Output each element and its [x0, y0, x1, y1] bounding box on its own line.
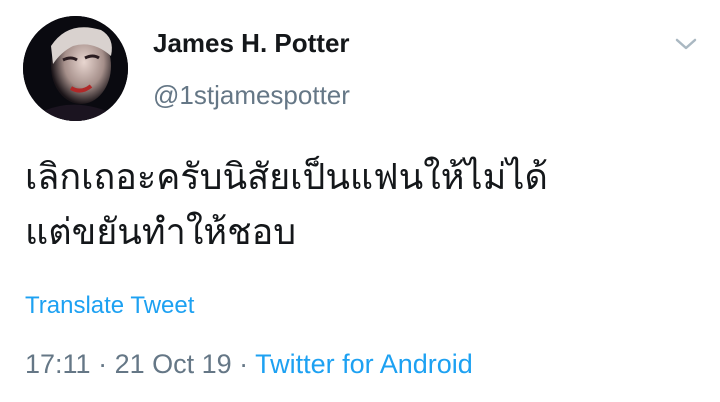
user-handle[interactable]: @1stjamespotter — [153, 80, 350, 111]
translate-tweet-link[interactable]: Translate Tweet — [25, 292, 194, 320]
tweet-source-link[interactable]: Twitter for Android — [255, 349, 473, 379]
tweet-text-line: แต่ขยันทำให้ชอบ — [25, 212, 297, 253]
tweet-meta: 17:11 · 21 Oct 19 · Twitter for Android — [25, 349, 473, 380]
tweet-date[interactable]: 21 Oct 19 — [115, 349, 232, 379]
display-name[interactable]: James H. Potter — [153, 28, 350, 59]
tweet-card: James H. Potter @1stjamespotter เลิกเถอะ… — [0, 0, 720, 402]
avatar[interactable] — [23, 16, 128, 121]
tweet-text: เลิกเถอะครับนิสัยเป็นแฟนให้ไม่ได้ แต่ขยั… — [25, 150, 705, 260]
meta-separator: · — [90, 349, 115, 379]
tweet-time[interactable]: 17:11 — [25, 349, 91, 379]
meta-separator: · — [231, 349, 256, 379]
chevron-down-icon[interactable] — [672, 34, 700, 54]
tweet-text-line: เลิกเถอะครับนิสัยเป็นแฟนให้ไม่ได้ — [25, 157, 548, 198]
